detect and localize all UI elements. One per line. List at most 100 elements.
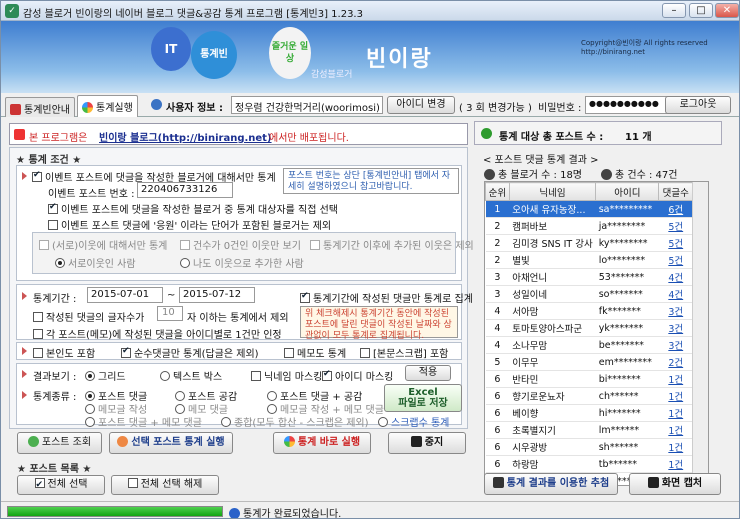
logout-button[interactable]: 로그아웃 bbox=[665, 96, 731, 114]
guide-icon bbox=[10, 104, 21, 115]
nickname-cell: 서아맘 bbox=[509, 302, 596, 320]
notice-prefix: 본 프로그램은 bbox=[29, 133, 88, 144]
rank-cell: 1 bbox=[485, 200, 510, 218]
run-now-button[interactable]: 통계 바로 실행 bbox=[273, 432, 371, 454]
zero-count-check[interactable]: 건수가 0건인 이웃만 보기 bbox=[180, 237, 301, 252]
blog-link[interactable]: 빈이랑 블로그(http://binirang.net) bbox=[99, 129, 272, 144]
rank-cell: 6 bbox=[485, 387, 510, 405]
lottery-button[interactable]: 통계 결과를 이용한 추첨 bbox=[484, 473, 618, 495]
rank-cell: 6 bbox=[485, 421, 510, 439]
exclude-apply-check[interactable]: 이벤트 포스트 댓글에 '응원' 이라는 단어가 포함된 블로거는 제외 bbox=[48, 217, 331, 232]
table-row[interactable]: 2 김미경 SNS IT 강사 ky******** 5건 bbox=[485, 234, 693, 252]
count-cell[interactable]: 1건 bbox=[658, 370, 693, 388]
post-lookup-button[interactable]: 포스트 조회 bbox=[17, 432, 102, 454]
count-cell[interactable]: 1건 bbox=[658, 404, 693, 422]
col-count[interactable]: 댓글수 bbox=[658, 182, 693, 201]
date-to-picker[interactable]: 2015-07-12 bbox=[179, 287, 255, 303]
grid-scrollbar[interactable] bbox=[692, 182, 708, 485]
mutual-radio[interactable]: 서로이웃인 사람 bbox=[55, 255, 136, 270]
count-cell[interactable]: 1건 bbox=[658, 421, 693, 439]
period-label: 통계기간 : bbox=[33, 294, 77, 305]
banner-subtitle: 감성블로거 bbox=[311, 70, 353, 80]
min-chars-input[interactable]: 10 bbox=[157, 306, 183, 321]
table-row[interactable]: 4 토마토양아스파군 yk******* 3건 bbox=[485, 319, 693, 337]
exclude-new-check[interactable]: 통계기간 이후에 추가된 이웃은 제외 bbox=[310, 237, 474, 252]
result-grid[interactable]: 순위 닉네임 아이디 댓글수 1 오아새 유자농장... sa********* 6건… bbox=[484, 181, 709, 486]
count-cell[interactable]: 5건 bbox=[658, 251, 693, 269]
date-from-picker[interactable]: 2015-07-01 bbox=[87, 287, 163, 303]
count-cell[interactable]: 3건 bbox=[658, 319, 693, 337]
deselect-all-button[interactable]: 전체 선택 해제 bbox=[111, 475, 219, 495]
table-row[interactable]: 6 반타민 bi******* 1건 bbox=[485, 370, 693, 388]
kind-scrap-radio[interactable]: 스크랩수 통계 bbox=[378, 414, 449, 429]
table-row[interactable]: 6 초록별지기 lm****** 1건 bbox=[485, 421, 693, 439]
kind-total-radio[interactable]: 종합(모두 합산 - 스크랩은 제외) bbox=[221, 414, 369, 429]
count-cell[interactable]: 1건 bbox=[658, 438, 693, 456]
table-row[interactable]: 6 베이향 hi******* 1건 bbox=[485, 404, 693, 422]
user-icon bbox=[151, 99, 162, 110]
arrow-icon bbox=[22, 172, 27, 180]
id-mask-check[interactable]: 아이디 마스킹 bbox=[322, 368, 393, 383]
table-row[interactable]: 6 시우광방 sh****** 1건 bbox=[485, 438, 693, 456]
count-cell[interactable]: 6건 bbox=[658, 200, 693, 218]
table-row[interactable]: 2 별빛 lo******** 5건 bbox=[485, 251, 693, 269]
capture-button[interactable]: 화면 캡처 bbox=[629, 473, 721, 495]
include-self-check[interactable]: 본인도 포함 bbox=[33, 345, 95, 360]
table-row[interactable]: 3 아채언니 53******* 4건 bbox=[485, 268, 693, 286]
count-cell[interactable]: 4건 bbox=[658, 268, 693, 286]
minimize-button[interactable]: – bbox=[662, 3, 686, 18]
stop-button[interactable]: 중지 bbox=[388, 432, 466, 454]
camera-icon bbox=[647, 477, 659, 488]
select-target-check[interactable]: 이벤트 포스트에 댓글을 작성한 블로거 중 통계 대상자를 직접 선택 bbox=[48, 201, 338, 216]
table-row[interactable]: 6 향기로운뇨자 ch****** 1건 bbox=[485, 387, 693, 405]
count-cell[interactable]: 1건 bbox=[658, 387, 693, 405]
maximize-button[interactable]: □ bbox=[689, 3, 713, 18]
count-cell[interactable]: 2건 bbox=[658, 353, 693, 371]
lookup-icon bbox=[27, 436, 39, 447]
rank-cell: 4 bbox=[485, 319, 510, 337]
kind-post-memo-radio[interactable]: 포스트 댓글 + 메모 댓글 bbox=[85, 414, 202, 429]
table-row[interactable]: 1 오아새 유자농장... sa********* 6건 bbox=[485, 200, 693, 218]
selected-run-button[interactable]: 선택 포스트 통계 실행 bbox=[109, 432, 233, 454]
one-per-post-check[interactable]: 각 포스트(메모)에 작성된 댓글을 아이디별로 1건만 인정 bbox=[33, 326, 282, 341]
neighbor-only-check[interactable]: (서로)이웃에 대해서만 통계 bbox=[39, 237, 167, 252]
blogger-count: 총 블로거 수 : 18명 bbox=[484, 166, 582, 181]
memo-stats-check[interactable]: 메모도 통계 bbox=[284, 345, 346, 360]
table-row[interactable]: 2 캠퍼바보 ja******** 5건 bbox=[485, 217, 693, 235]
notice-bar: 본 프로그램은 빈이랑 블로그(http://binirang.net) 에서만… bbox=[9, 123, 468, 145]
period-only-check[interactable]: 통계기간에 작성된 댓글만 통계로 집계 bbox=[300, 290, 473, 305]
excel-save-button[interactable]: Excel 파일로 저장 bbox=[384, 384, 462, 412]
count-cell[interactable]: 4건 bbox=[658, 285, 693, 303]
count-cell[interactable]: 5건 bbox=[658, 234, 693, 252]
table-row[interactable]: 5 이무무 em******** 2건 bbox=[485, 353, 693, 371]
added-me-radio[interactable]: 나도 이웃으로 추가한 사람 bbox=[180, 255, 304, 270]
apply-button[interactable]: 적용 bbox=[405, 365, 451, 381]
nick-mask-check[interactable]: 닉네임 마스킹 bbox=[251, 368, 322, 383]
change-id-button[interactable]: 아이디 변경 bbox=[387, 96, 455, 114]
table-row[interactable]: 4 소나무맘 be******* 3건 bbox=[485, 336, 693, 354]
count-cell[interactable]: 5건 bbox=[658, 217, 693, 235]
arrow-icon bbox=[22, 347, 27, 355]
table-row[interactable]: 6 하랑맘 tb****** 1건 bbox=[485, 455, 693, 473]
nickname-cell: 반타민 bbox=[509, 370, 596, 388]
event-no-input[interactable]: 220406733126 bbox=[137, 182, 233, 198]
tab-run[interactable]: 통계실행 bbox=[77, 95, 138, 117]
nickname-cell: 별빛 bbox=[509, 251, 596, 269]
pure-only-check[interactable]: 순수댓글만 통계(답글은 제외) bbox=[121, 345, 259, 360]
select-all-button[interactable]: 전체 선택 bbox=[17, 475, 105, 495]
count-cell[interactable]: 3건 bbox=[658, 336, 693, 354]
textbox-radio[interactable]: 텍스트 박스 bbox=[160, 368, 222, 383]
close-button[interactable]: ✕ bbox=[715, 3, 739, 18]
title-bar: ✓ 감성 블로거 빈이랑의 네이버 블로그 댓글&공감 통계 프로그램 [통계빈… bbox=[1, 1, 739, 21]
grid-radio[interactable]: 그리드 bbox=[85, 368, 126, 383]
min-chars-check[interactable]: 작성된 댓글의 글자수가 bbox=[33, 309, 144, 324]
col-id[interactable]: 아이디 bbox=[595, 182, 660, 201]
tab-guide[interactable]: 통계빈안내 bbox=[5, 97, 75, 117]
table-row[interactable]: 4 서아맘 fk******* 3건 bbox=[485, 302, 693, 320]
count-cell[interactable]: 3건 bbox=[658, 302, 693, 320]
table-row[interactable]: 3 성일이네 so******* 4건 bbox=[485, 285, 693, 303]
count-cell[interactable]: 1건 bbox=[658, 455, 693, 473]
col-nickname[interactable]: 닉네임 bbox=[508, 182, 597, 201]
scrap-include-check[interactable]: [본문스크랩] 포함 bbox=[360, 345, 448, 360]
col-rank[interactable]: 순위 bbox=[485, 182, 510, 201]
